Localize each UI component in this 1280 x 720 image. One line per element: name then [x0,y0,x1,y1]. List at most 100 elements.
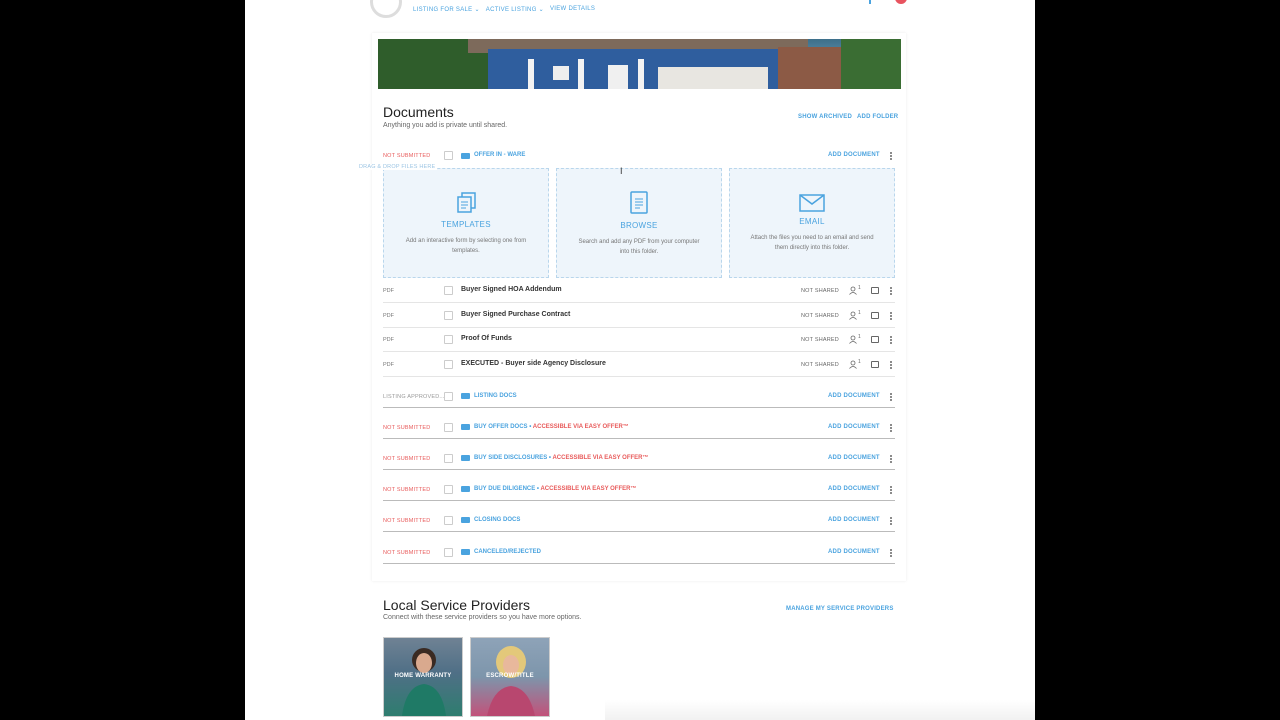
more-options-icon[interactable] [890,458,892,460]
file-type: PDF [383,313,394,319]
file-checkbox[interactable] [444,335,453,344]
share-status: NOT SHARED [801,337,839,343]
file-type: PDF [383,362,394,368]
folder-name[interactable]: CLOSING DOCS [474,517,520,523]
more-options-icon[interactable] [890,427,892,429]
templates-icon [457,192,476,213]
add-folder-link[interactable]: ADD FOLDER [857,114,898,120]
row-divider [383,563,895,564]
folder-name[interactable]: BUY OFFER DOCS • ACCESSIBLE VIA EASY OFF… [474,424,629,430]
folder-name[interactable]: BUY SIDE DISCLOSURES • ACCESSIBLE VIA EA… [474,455,648,461]
folder-name[interactable]: CANCELED/REJECTED [474,549,541,555]
share-status: NOT SHARED [801,288,839,294]
user-count: 1 [858,334,861,340]
nav-listing-for-sale[interactable]: LISTING FOR SALE ⌄ [413,6,480,13]
folder-icon [461,393,470,399]
file-type: PDF [383,337,394,343]
file-checkbox[interactable] [444,311,453,320]
folder-status: NOT SUBMITTED [383,487,431,493]
file-name[interactable]: Proof Of Funds [461,335,512,342]
row-divider [383,438,895,439]
folder-checkbox[interactable] [444,392,453,401]
info-icon[interactable] [869,0,871,4]
folder-icon [461,549,470,555]
folder-open-icon [461,153,470,159]
folder-status: NOT SUBMITTED [383,153,431,159]
notification-icon[interactable] [895,0,907,4]
more-options-icon[interactable] [890,489,892,491]
more-options-icon[interactable] [890,552,892,554]
folder-checkbox[interactable] [444,151,453,160]
property-banner-image [378,39,901,89]
share-status: NOT SHARED [801,313,839,319]
file-name[interactable]: Buyer Signed HOA Addendum [461,286,562,293]
more-options-icon[interactable] [890,396,892,398]
chevron-down-icon: ⌄ [474,7,480,13]
row-divider [383,302,895,303]
easy-offer-badge: ACCESSIBLE VIA EASY OFFER™ [552,455,649,461]
comment-icon[interactable] [871,312,879,319]
providers-subtitle: Connect with these service providers so … [383,614,582,621]
browse-dropzone[interactable]: BROWSE Search and add any PDF from your … [556,168,722,278]
folder-status: LISTING APPROVED... [383,394,445,400]
more-options-icon[interactable] [890,520,892,522]
add-document-button[interactable]: ADD DOCUMENT [828,517,880,523]
folder-name[interactable]: LISTING DOCS [474,393,517,399]
comment-icon[interactable] [871,287,879,294]
file-name[interactable]: Buyer Signed Purchase Contract [461,311,570,318]
folder-status: NOT SUBMITTED [383,550,431,556]
more-options-icon[interactable] [890,364,892,366]
add-document-button[interactable]: ADD DOCUMENT [828,549,880,555]
more-options-icon[interactable] [890,155,892,157]
top-navigation: LISTING FOR SALE ⌄ ACTIVE LISTING ⌄ VIEW… [413,6,595,13]
folder-name[interactable]: OFFER IN - WARE [474,152,525,158]
file-checkbox[interactable] [444,360,453,369]
provider-card-escrow-title[interactable]: ESCROW/TITLE [470,637,550,717]
add-document-button[interactable]: ADD DOCUMENT [828,486,880,492]
add-document-button[interactable]: ADD DOCUMENT [828,424,880,430]
easy-offer-badge: ACCESSIBLE VIA EASY OFFER™ [532,424,629,430]
provider-label: ESCROW/TITLE [486,673,534,679]
folder-icon [461,455,470,461]
documents-subtitle: Anything you add is private until shared… [383,122,508,129]
logo-icon [370,0,402,18]
browse-desc: Search and add any PDF from your compute… [578,239,700,255]
row-divider [383,351,895,352]
provider-label: HOME WARRANTY [394,673,452,679]
folder-checkbox[interactable] [444,485,453,494]
documents-title: Documents [383,104,454,120]
app-page: LISTING FOR SALE ⌄ ACTIVE LISTING ⌄ VIEW… [245,0,1035,720]
show-archived-link[interactable]: SHOW ARCHIVED [798,114,852,120]
file-type: PDF [383,288,394,294]
folder-checkbox[interactable] [444,548,453,557]
more-options-icon[interactable] [890,315,892,317]
file-name[interactable]: EXECUTED - Buyer side Agency Disclosure [461,360,606,367]
row-divider [383,376,895,377]
comment-icon[interactable] [871,361,879,368]
nav-active-listing[interactable]: ACTIVE LISTING ⌄ [486,6,544,13]
drag-drop-hint: DRAG & DROP FILES HERE [357,164,438,170]
more-options-icon[interactable] [890,290,892,292]
provider-card-home-warranty[interactable]: HOME WARRANTY [383,637,463,717]
email-dropzone[interactable]: EMAIL Attach the files you need to an em… [729,168,895,278]
folder-checkbox[interactable] [444,423,453,432]
user-count: 1 [858,285,861,291]
comment-icon[interactable] [871,336,879,343]
manage-providers-link[interactable]: MANAGE MY SERVICE PROVIDERS [786,606,894,612]
folder-name[interactable]: BUY DUE DILIGENCE • ACCESSIBLE VIA EASY … [474,486,636,492]
templates-dropzone[interactable]: TEMPLATES Add an interactive form by sel… [383,168,549,278]
folder-checkbox[interactable] [444,516,453,525]
folder-checkbox[interactable] [444,454,453,463]
more-options-icon[interactable] [890,339,892,341]
envelope-icon [799,194,825,212]
add-document-button[interactable]: ADD DOCUMENT [828,152,880,158]
row-divider [383,327,895,328]
email-title: EMAIL [799,217,825,226]
add-document-button[interactable]: ADD DOCUMENT [828,393,880,399]
folder-icon [461,424,470,430]
file-checkbox[interactable] [444,286,453,295]
browse-title: BROWSE [620,221,658,230]
folder-status: NOT SUBMITTED [383,456,431,462]
nav-view-details[interactable]: VIEW DETAILS [550,6,595,13]
add-document-button[interactable]: ADD DOCUMENT [828,455,880,461]
